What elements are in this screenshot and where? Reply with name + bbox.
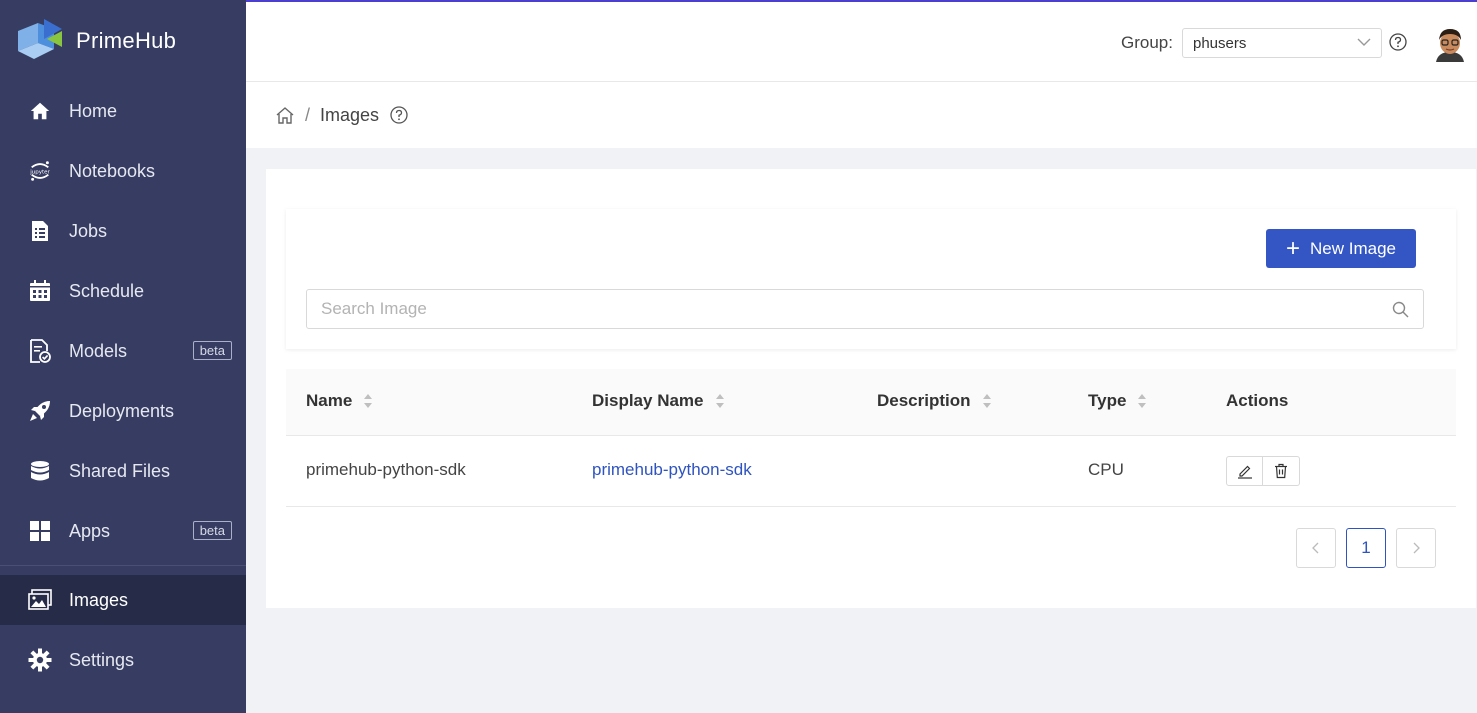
cell-display-name-link[interactable]: primehub-python-sdk [592,460,752,480]
app-logo[interactable]: PrimeHub [0,0,246,82]
pagination-next-button[interactable] [1396,528,1436,568]
beta-badge: beta [192,341,232,360]
apps-icon [28,519,52,543]
plus-icon: + [1286,234,1301,262]
sort-icon [982,392,992,410]
sidebar-item-deployments[interactable]: Deployments [0,386,246,436]
primehub-logo-icon [18,19,62,59]
sidebar: PrimeHub Home jupyter Notebooks Jobs Sch… [0,0,246,713]
table-header: Name Display Name Description Type Actio… [286,369,1456,436]
pagination-page-1[interactable]: 1 [1346,528,1386,568]
trash-icon [1273,463,1289,479]
edit-button[interactable] [1226,456,1263,486]
sidebar-item-schedule[interactable]: Schedule [0,266,246,316]
sidebar-item-apps[interactable]: Apps beta [0,506,246,556]
sidebar-item-notebooks[interactable]: jupyter Notebooks [0,146,246,196]
sidebar-item-models[interactable]: Models beta [0,326,246,376]
database-icon [28,459,52,483]
image-icon [28,588,52,612]
svg-text:jupyter: jupyter [29,169,50,175]
search-icon[interactable] [1392,301,1409,323]
sidebar-item-label: Home [69,100,118,121]
rocket-icon [28,399,52,423]
column-label: Actions [1226,391,1289,410]
jupyter-icon: jupyter [28,159,52,183]
sidebar-item-images[interactable]: Images [0,575,246,625]
breadcrumb: / Images [246,82,1477,148]
breadcrumb-current: Images [320,104,380,125]
sidebar-item-label: Shared Files [69,460,171,481]
search-input[interactable] [307,290,1367,328]
sort-icon [1137,392,1147,410]
column-header-name[interactable]: Name [306,391,373,411]
column-label: Display Name [592,391,704,410]
group-label: Group: [1121,33,1173,52]
new-image-label: New Image [1310,238,1396,258]
cell-name: primehub-python-sdk [306,460,466,479]
delete-button[interactable] [1263,456,1300,486]
sort-icon [363,392,373,410]
group-select-value: phusers [1193,35,1247,52]
beta-badge: beta [192,521,232,540]
home-icon[interactable] [275,106,295,125]
row-actions [1226,456,1300,486]
home-icon [28,99,52,123]
models-icon [28,339,52,363]
search-panel: + New Image [286,209,1456,349]
table-row: primehub-python-sdk primehub-python-sdk … [286,436,1456,507]
pagination-prev-button[interactable] [1296,528,1336,568]
calendar-icon [28,279,52,303]
column-label: Description [877,391,971,410]
sidebar-item-label: Apps [69,520,111,541]
sidebar-item-home[interactable]: Home [0,86,246,136]
column-label: Type [1088,391,1127,410]
jobs-icon [28,219,52,243]
column-header-actions: Actions [1226,391,1288,411]
column-header-description[interactable]: Description [877,391,992,411]
column-header-type[interactable]: Type [1088,391,1147,411]
sort-icon [715,392,725,410]
sidebar-item-label: Settings [69,649,135,670]
cell-type: CPU [1088,460,1124,479]
breadcrumb-separator: / [305,104,311,125]
column-header-display-name[interactable]: Display Name [592,391,725,411]
sidebar-item-label: Notebooks [69,160,156,181]
sidebar-item-label: Jobs [69,220,108,241]
column-label: Name [306,391,353,410]
sidebar-item-shared-files[interactable]: Shared Files [0,446,246,496]
group-select[interactable]: phusers [1182,28,1382,58]
images-table: Name Display Name Description Type Actio… [286,369,1456,507]
help-icon[interactable] [1389,33,1407,56]
edit-icon [1237,463,1253,479]
sidebar-item-label: Deployments [69,400,175,421]
sidebar-item-jobs[interactable]: Jobs [0,206,246,256]
sidebar-item-settings[interactable]: Settings [0,635,246,685]
sidebar-item-label: Models [69,340,128,361]
chevron-down-icon [1357,35,1371,53]
content-card: + New Image Name Display Name [266,169,1476,608]
app-name: PrimeHub [76,28,177,53]
chevron-left-icon [1311,542,1321,554]
new-image-button[interactable]: + New Image [1266,229,1416,268]
search-box [306,289,1424,329]
user-avatar[interactable] [1434,26,1466,62]
gear-icon [28,648,52,672]
sidebar-item-label: Schedule [69,280,145,301]
chevron-right-icon [1411,542,1421,554]
sidebar-divider [0,565,246,566]
sidebar-item-label: Images [69,589,129,610]
help-icon[interactable] [390,106,408,124]
top-header: Group: phusers [246,2,1477,82]
